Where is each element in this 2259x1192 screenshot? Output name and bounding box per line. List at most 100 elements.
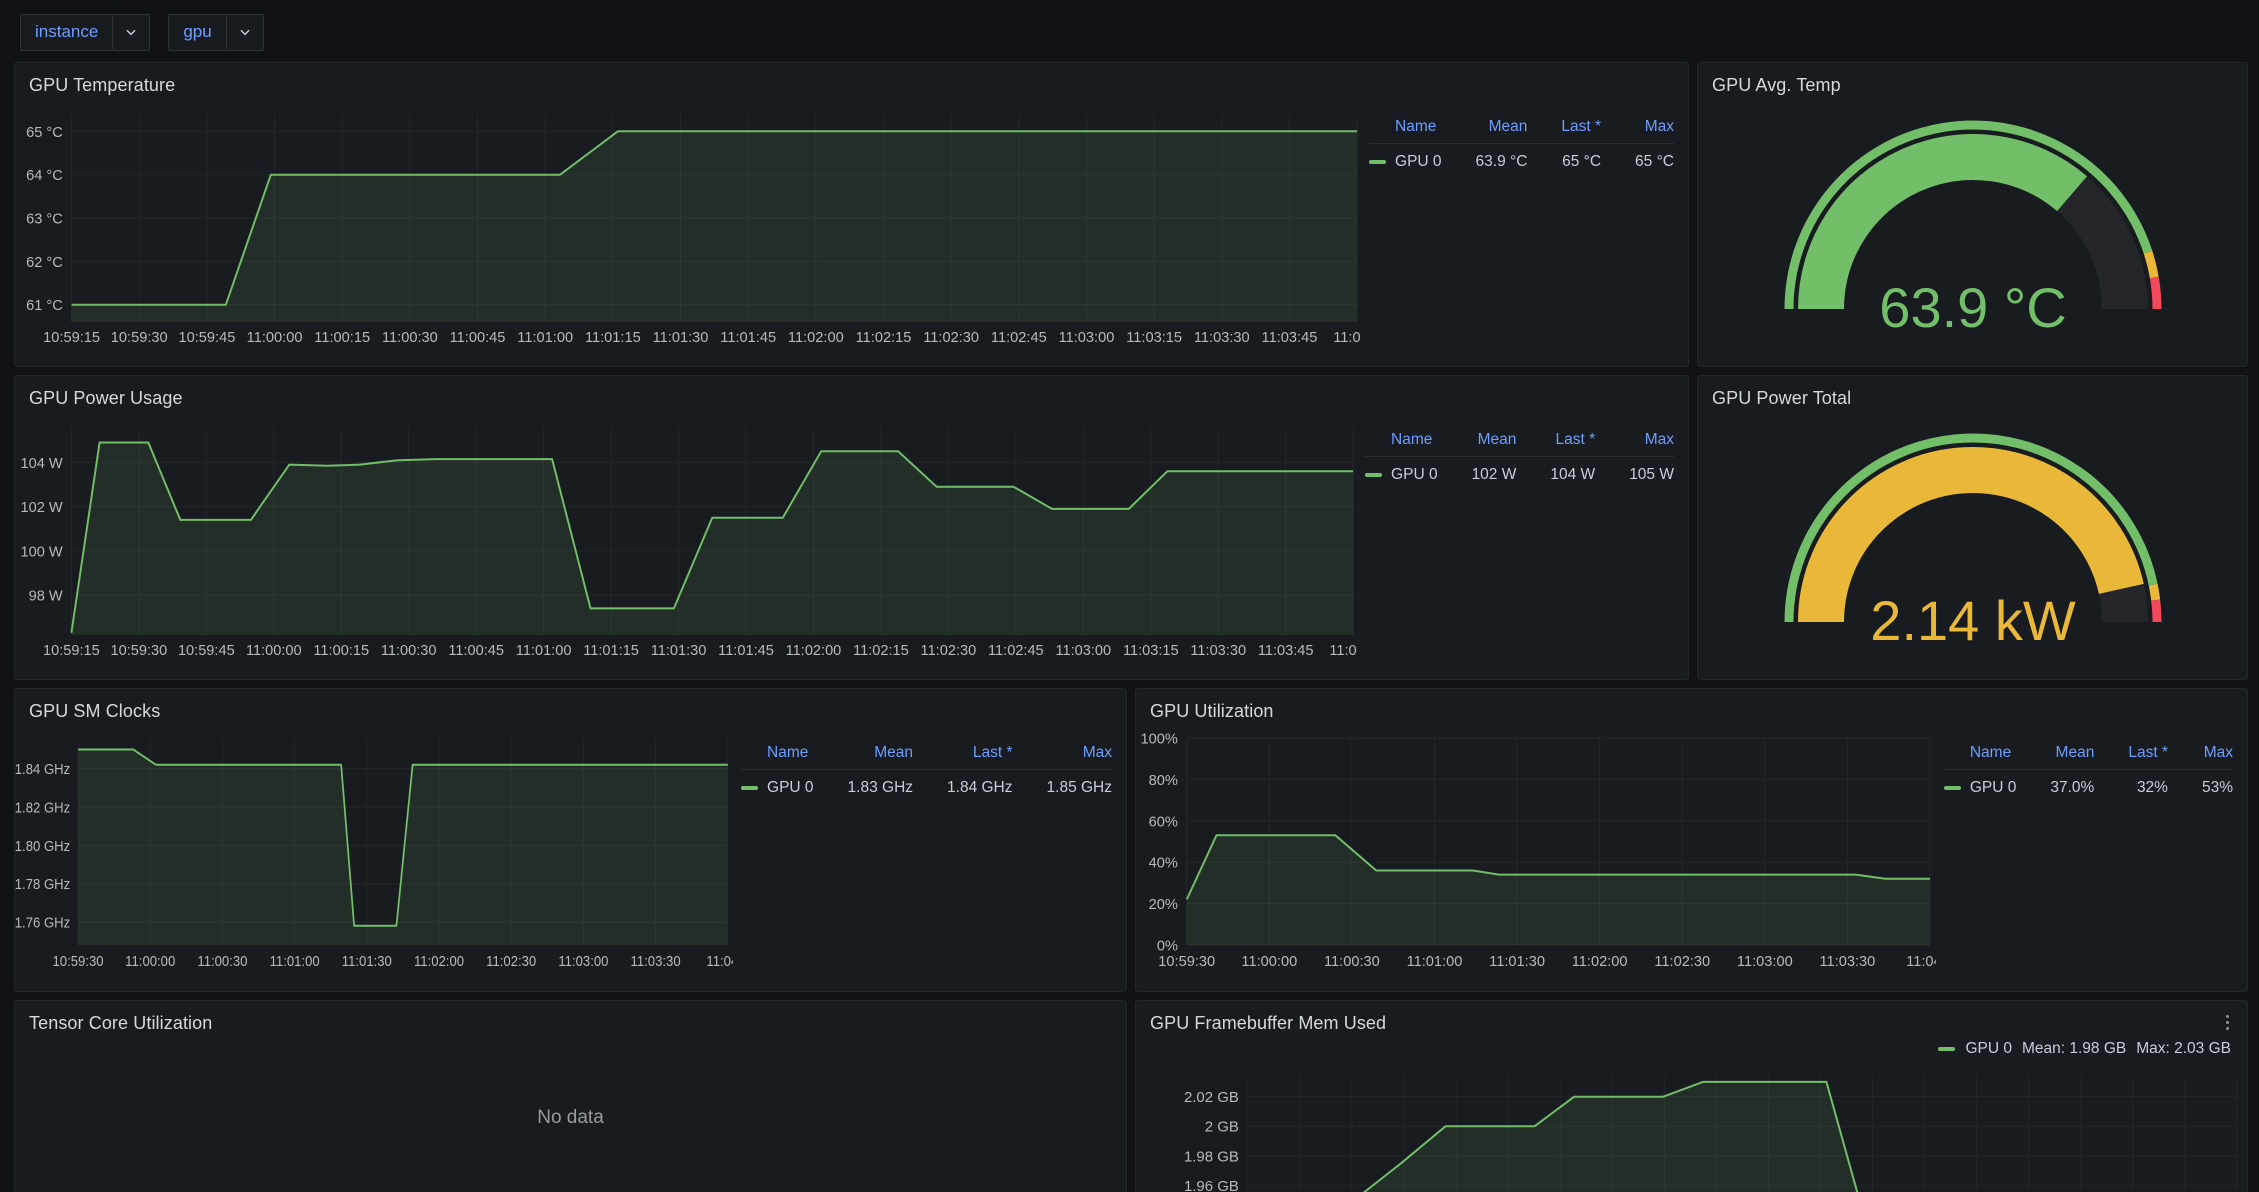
legend-row[interactable]: GPU 0 37.0% 32% 53% [1943, 769, 2233, 797]
gauge-svg-gpu-avg-temp: 63.9 °C [1784, 120, 2161, 339]
legend-header-max[interactable]: Max [1601, 118, 1674, 144]
svg-text:11:00:45: 11:00:45 [448, 643, 504, 659]
legend-series-cell: GPU 0 [1943, 769, 2017, 797]
legend-gpu-temperature: Name Mean Last * Max GPU 0 63.9 °C 65 °C… [1361, 96, 1688, 364]
svg-text:11:00:15: 11:00:15 [313, 643, 369, 659]
chart-svg-gpu-utilization: 0% 20% 40% 60% 80% 100% 10:59:30 11:00:00 11:00:… [1141, 731, 1936, 970]
svg-text:11:04:0: 11:04:0 [706, 952, 733, 969]
legend-row[interactable]: GPU 0 1.83 GHz 1.84 GHz 1.85 GHz [741, 769, 1112, 797]
svg-text:80%: 80% [1149, 773, 1178, 789]
svg-text:11:02:45: 11:02:45 [991, 330, 1047, 346]
legend-color-swatch [1369, 160, 1387, 164]
chart-gpu-temperature[interactable]: 61 °C 62 °C 63 °C 64 °C 65 °C 10:59:15 10:59:3… [15, 96, 1361, 364]
legend-series-name: GPU 0 [1395, 153, 1442, 170]
legend-header-mean[interactable]: Mean [1442, 118, 1528, 144]
variable-gpu-label[interactable]: gpu [168, 13, 227, 51]
legend-row[interactable]: GPU 0 102 W 104 W 105 W [1365, 456, 1674, 484]
panel-gpu-utilization: GPU Utilization 0% 20% 40% 60% 80% 100% 10:59:… [1135, 688, 2248, 992]
legend-header-max[interactable]: Max [2168, 744, 2233, 770]
svg-text:11:01:00: 11:01:00 [1407, 954, 1463, 970]
svg-text:63 °C: 63 °C [26, 211, 63, 227]
svg-text:10:59:30: 10:59:30 [1158, 954, 1215, 970]
svg-text:11:01:30: 11:01:30 [342, 952, 392, 969]
legend-series-name: GPU 0 [1969, 779, 2017, 796]
panel-title-gpu-power-usage: GPU Power Usage [29, 388, 183, 408]
svg-text:10:59:45: 10:59:45 [178, 643, 235, 659]
svg-text:10:59:30: 10:59:30 [111, 330, 168, 346]
legend-value-max: 1.85 GHz [1012, 769, 1112, 797]
svg-text:11:01:30: 11:01:30 [1489, 954, 1545, 970]
legend-header-name[interactable]: Name [741, 744, 814, 770]
chart-gpu-sm-clocks[interactable]: 1.76 GHz 1.78 GHz 1.80 GHz 1.82 GHz 1.84 GHz… [15, 722, 733, 989]
legend-header-max[interactable]: Max [1013, 744, 1112, 770]
gauge-gpu-power-total[interactable]: 2.14 kW [1698, 409, 2247, 674]
svg-text:11:03:00: 11:03:00 [558, 952, 608, 969]
svg-text:11:02:45: 11:02:45 [988, 643, 1044, 659]
panel-gpu-avg-temp: GPU Avg. Temp 63.9 °C [1697, 62, 2248, 367]
svg-text:1.84 GHz: 1.84 GHz [15, 760, 70, 777]
chart-gpu-utilization[interactable]: 0% 20% 40% 60% 80% 100% 10:59:30 11:00:00 11:00:… [1136, 722, 1936, 989]
svg-text:11:02:00: 11:02:00 [788, 330, 844, 346]
svg-text:102 W: 102 W [21, 500, 63, 516]
variable-bar: instance gpu [0, 0, 2259, 62]
legend-header-max[interactable]: Max [1595, 431, 1674, 457]
legend-header-name[interactable]: Name [1365, 431, 1438, 457]
svg-text:11:01:00: 11:01:00 [270, 952, 320, 969]
legend-value-max: 65 °C [1601, 143, 1674, 171]
dashboard-row-1: GPU Temperature 61 °C 62 °C 63 °C 64 °C 65 °… [14, 62, 2249, 367]
svg-text:11:00:00: 11:00:00 [125, 952, 175, 969]
svg-text:11:03:00: 11:03:00 [1737, 954, 1793, 970]
svg-text:11:03:45: 11:03:45 [1258, 643, 1314, 659]
legend-header-last[interactable]: Last * [1527, 118, 1601, 144]
svg-text:11:03:00: 11:03:00 [1059, 330, 1115, 346]
variable-gpu: gpu [168, 13, 264, 51]
svg-text:64 °C: 64 °C [26, 168, 63, 184]
kebab-menu-icon[interactable] [2217, 1009, 2237, 1035]
legend-header-mean[interactable]: Mean [2016, 744, 2095, 770]
svg-text:11:00:15: 11:00:15 [314, 330, 370, 346]
gauge-gpu-avg-temp[interactable]: 63.9 °C [1698, 96, 2247, 361]
svg-text:1.96 GB: 1.96 GB [1184, 1178, 1239, 1192]
svg-text:1.76 GHz: 1.76 GHz [15, 914, 70, 931]
panel-title-gpu-sm-clocks: GPU SM Clocks [29, 701, 161, 721]
legend-header-row: Name Mean Last * Max [1365, 431, 1674, 457]
legend-value-max: 53% [2167, 769, 2233, 797]
legend-value-mean: 63.9 °C [1441, 143, 1528, 171]
svg-text:11:01:30: 11:01:30 [653, 330, 709, 346]
legend-header-mean[interactable]: Mean [1438, 431, 1517, 457]
svg-text:2.02 GB: 2.02 GB [1184, 1089, 1239, 1106]
legend-series-cell: GPU 0 [1369, 143, 1442, 171]
legend-series-cell: GPU 0 [1365, 456, 1438, 484]
svg-text:11:03:15: 11:03:15 [1126, 330, 1182, 346]
panel-title-gpu-avg-temp: GPU Avg. Temp [1712, 75, 1841, 95]
svg-text:1.80 GHz: 1.80 GHz [15, 837, 70, 854]
svg-text:11:04:0: 11:04:0 [1906, 954, 1936, 970]
svg-text:11:00:00: 11:00:00 [1241, 954, 1297, 970]
variable-gpu-dropdown[interactable] [226, 13, 264, 51]
legend-header-last[interactable]: Last * [913, 744, 1013, 770]
svg-text:2 GB: 2 GB [1205, 1119, 1239, 1136]
panel-gpu-framebuffer-mem-used: GPU Framebuffer Mem Used GPU 0 Mean: 1.9… [1135, 1000, 2248, 1192]
legend-header-row: Name Mean Last * Max [1369, 118, 1674, 144]
chart-svg-gpu-power-usage: 98 W 100 W 102 W 104 W 10:59:15 10:59:30 10:59… [21, 427, 1357, 659]
legend-header-last[interactable]: Last * [1516, 431, 1596, 457]
legend-header-last[interactable]: Last * [2094, 744, 2168, 770]
svg-text:11:00:30: 11:00:30 [381, 643, 437, 659]
svg-text:10:59:45: 10:59:45 [178, 330, 235, 346]
svg-text:62 °C: 62 °C [26, 255, 63, 271]
variable-instance-label[interactable]: instance [20, 13, 114, 51]
legend-header-row: Name Mean Last * Max [741, 744, 1112, 770]
chart-gpu-power-usage[interactable]: 98 W 100 W 102 W 104 W 10:59:15 10:59:30 10:59… [15, 409, 1357, 677]
svg-text:11:04:0: 11:04:0 [1333, 330, 1361, 346]
legend-row[interactable]: GPU 0 63.9 °C 65 °C 65 °C [1369, 143, 1674, 171]
svg-text:104 W: 104 W [21, 456, 63, 472]
svg-text:11:04:0: 11:04:0 [1329, 643, 1357, 659]
legend-header-name[interactable]: Name [1944, 744, 2017, 770]
legend-value-mean: Mean: 1.98 GB [2021, 1040, 2127, 1057]
legend-header-mean[interactable]: Mean [814, 744, 913, 770]
variable-instance-dropdown[interactable] [113, 13, 151, 51]
legend-header-name[interactable]: Name [1369, 118, 1442, 144]
svg-text:1.78 GHz: 1.78 GHz [15, 875, 70, 892]
svg-text:100%: 100% [1141, 731, 1178, 747]
svg-text:1.82 GHz: 1.82 GHz [15, 799, 70, 816]
